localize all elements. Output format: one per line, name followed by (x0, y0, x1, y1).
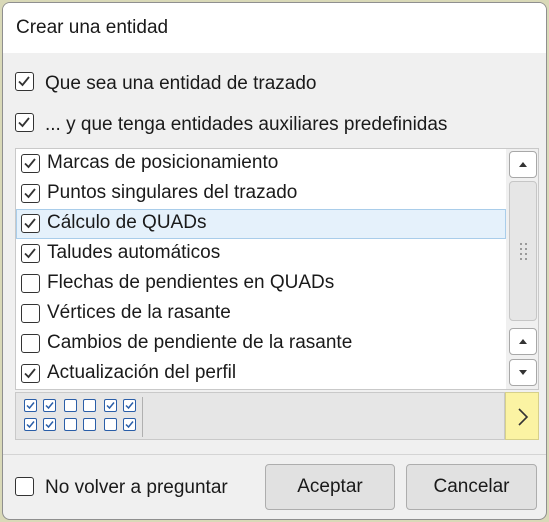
preset-checkbox[interactable] (83, 399, 96, 412)
preset-checkbox[interactable] (83, 418, 96, 431)
check-icon (125, 402, 134, 410)
item-label: Cálculo de QUADs (47, 212, 207, 233)
chevron-up-icon (519, 339, 527, 344)
trazado-label: Que sea una entidad de trazado (45, 73, 317, 94)
list-item[interactable]: Flechas de pendientes en QUADs (16, 269, 506, 299)
item-label: Puntos singulares del trazado (47, 182, 298, 203)
create-entity-dialog: Crear una entidad Que sea una entidad de… (2, 2, 547, 520)
grip-icon (520, 243, 527, 260)
scroll-up-button[interactable] (509, 151, 537, 178)
check-icon (24, 218, 36, 229)
no-ask-again-label: No volver a preguntar (45, 477, 228, 498)
list-item[interactable]: Marcas de posicionamiento (16, 149, 506, 179)
presets-strip (15, 392, 505, 440)
item-label: Actualización del perfil (47, 362, 237, 383)
accept-button[interactable]: Aceptar (265, 464, 395, 510)
auxiliary-entities-list: Marcas de posicionamiento Puntos singula… (15, 148, 539, 390)
list-item[interactable]: Actualización del perfil (16, 359, 506, 389)
item-label: Flechas de pendientes en QUADs (47, 272, 335, 293)
cancel-button[interactable]: Cancelar (406, 464, 537, 510)
auxiliares-label: ... y que tenga entidades auxiliares pre… (45, 114, 448, 135)
preset-checkbox[interactable] (64, 418, 77, 431)
chevron-up-icon (519, 162, 527, 167)
strip-divider (142, 397, 143, 437)
check-icon (45, 421, 54, 429)
list-item[interactable]: Taludes automáticos (16, 239, 506, 269)
check-icon (45, 402, 54, 410)
list-item[interactable]: Puntos singulares del trazado (16, 179, 506, 209)
item-checkbox[interactable] (21, 274, 40, 293)
check-icon (18, 117, 30, 128)
title-bar: Crear una entidad (3, 3, 546, 53)
chevron-right-icon (518, 408, 529, 426)
no-ask-again-option[interactable]: No volver a preguntar (11, 471, 261, 503)
item-label: Cambios de pendiente de la rasante (47, 332, 353, 353)
item-label: Vértices de la rasante (47, 302, 231, 323)
preset-checkbox[interactable] (43, 418, 56, 431)
preset-checkbox[interactable] (104, 399, 117, 412)
scroll-down-button[interactable] (509, 359, 537, 386)
trazado-option[interactable]: Que sea una entidad de trazado (11, 65, 531, 101)
dialog-title: Crear una entidad (16, 17, 169, 38)
check-icon (26, 402, 35, 410)
item-label: Marcas de posicionamiento (47, 152, 279, 173)
check-icon (24, 368, 36, 379)
check-icon (106, 402, 115, 410)
no-ask-again-checkbox[interactable] (15, 477, 34, 496)
auxiliares-option[interactable]: ... y que tenga entidades auxiliares pre… (11, 106, 531, 142)
preset-checkbox[interactable] (64, 399, 77, 412)
item-checkbox[interactable] (21, 214, 40, 233)
check-icon (24, 188, 36, 199)
preset-checkbox[interactable] (43, 399, 56, 412)
check-icon (24, 248, 36, 259)
item-checkbox[interactable] (21, 244, 40, 263)
preset-checkbox[interactable] (24, 418, 37, 431)
check-icon (125, 421, 134, 429)
scrollbar-thumb[interactable] (509, 181, 537, 321)
item-label: Taludes automáticos (47, 242, 221, 263)
preset-checkbox[interactable] (104, 418, 117, 431)
preset-checkbox[interactable] (24, 399, 37, 412)
footer-divider (3, 454, 546, 455)
check-icon (24, 158, 36, 169)
check-icon (18, 76, 30, 87)
next-page-button[interactable] (505, 392, 539, 440)
item-checkbox[interactable] (21, 334, 40, 353)
presets-group[interactable] (24, 399, 140, 435)
item-checkbox[interactable] (21, 154, 40, 173)
preset-checkbox[interactable] (123, 399, 136, 412)
item-checkbox[interactable] (21, 364, 40, 383)
list-item-selected[interactable]: Cálculo de QUADs (16, 209, 506, 239)
preset-checkbox[interactable] (123, 418, 136, 431)
secondary-scrollbar (506, 326, 538, 389)
vertical-scrollbar[interactable] (506, 149, 538, 326)
check-icon (26, 421, 35, 429)
trazado-checkbox[interactable] (15, 72, 34, 91)
item-checkbox[interactable] (21, 304, 40, 323)
item-checkbox[interactable] (21, 184, 40, 203)
list-item[interactable]: Cambios de pendiente de la rasante (16, 329, 506, 359)
list-item[interactable]: Vértices de la rasante (16, 299, 506, 329)
scroll-up-button[interactable] (509, 328, 537, 355)
chevron-down-icon (519, 370, 527, 375)
auxiliares-checkbox[interactable] (15, 113, 34, 132)
